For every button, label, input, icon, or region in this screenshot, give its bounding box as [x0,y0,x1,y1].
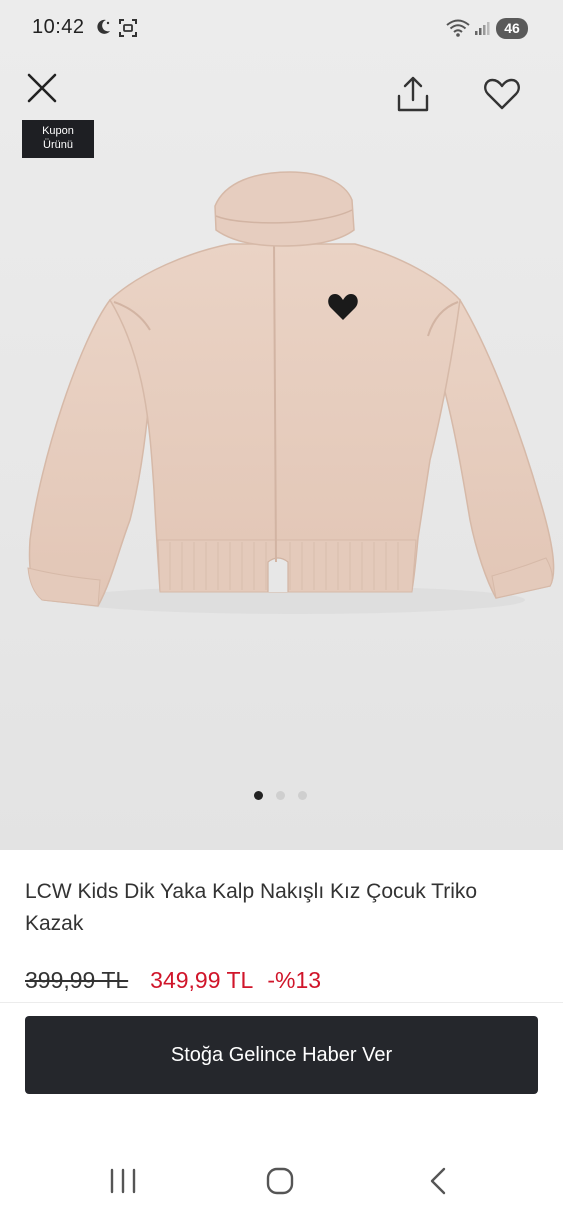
close-icon[interactable] [24,70,60,106]
status-bar: 10:42 46 [0,0,563,56]
home-icon[interactable] [264,1165,296,1197]
product-image-carousel[interactable]: 10:42 46 Kupon Ürünü [0,0,563,850]
coupon-badge-line1: Kupon [42,125,74,137]
back-icon[interactable] [424,1165,452,1197]
divider [0,1002,563,1003]
product-title: LCW Kids Dik Yaka Kalp Nakışlı Kız Çocuk… [25,880,478,935]
moon-icon [97,19,110,34]
carousel-dots[interactable] [254,791,307,800]
notify-when-in-stock-button[interactable]: Stoğa Gelince Haber Ver [25,1016,538,1094]
heart-icon[interactable] [482,74,522,114]
battery-icon: 46 [496,18,528,39]
new-price: 349,99 TL [150,966,254,993]
discount-badge: -%13 [267,966,322,993]
signal-icon [475,22,490,35]
system-nav-bar [0,1145,563,1219]
coupon-badge: Kupon Ürünü [22,120,94,158]
price-row: 399,99 TL 349,99 TL -%13 [25,963,321,997]
wifi-icon [446,19,470,37]
carousel-dot-3[interactable] [298,791,307,800]
coupon-badge-line2: Ürünü [43,139,73,151]
status-time: 10:42 [32,16,85,38]
recent-apps-icon[interactable] [106,1167,140,1195]
share-icon[interactable] [395,74,431,114]
screenshot-icon [119,19,137,37]
old-price: 399,99 TL [25,966,129,993]
carousel-dot-1[interactable] [254,791,263,800]
sweater-product-image [27,171,555,614]
carousel-dot-2[interactable] [276,791,285,800]
